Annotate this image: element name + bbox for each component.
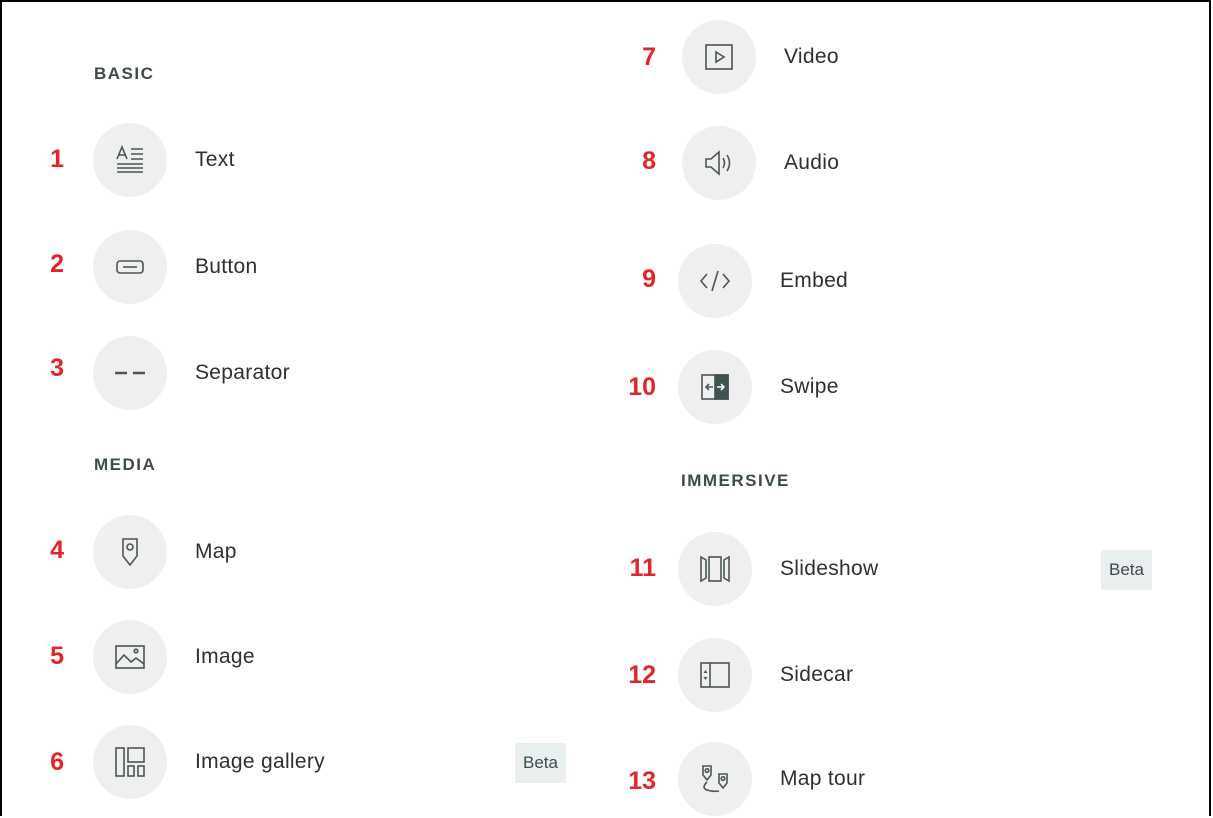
video-icon xyxy=(705,44,733,70)
block-item-embed[interactable]: Embed xyxy=(678,244,848,318)
annotation-number: 9 xyxy=(642,265,656,293)
button-icon xyxy=(116,260,144,274)
beta-badge: Beta xyxy=(1101,550,1152,590)
text-icon-circle xyxy=(93,123,167,197)
annotation-number: 13 xyxy=(628,767,656,795)
block-item-video[interactable]: Video xyxy=(682,20,839,94)
swipe-icon xyxy=(701,374,729,400)
block-label: Embed xyxy=(780,269,849,292)
block-label: Separator xyxy=(195,361,290,384)
map-icon-circle xyxy=(93,515,167,589)
block-label: Map xyxy=(195,540,237,563)
beta-badge: Beta xyxy=(515,743,566,783)
block-label: Image xyxy=(195,645,255,668)
image-icon xyxy=(115,645,145,669)
annotation-number: 12 xyxy=(628,661,656,689)
annotation-number: 8 xyxy=(642,147,656,175)
separator-icon xyxy=(115,371,145,375)
block-item-separator[interactable]: Separator xyxy=(93,336,290,410)
block-label: Text xyxy=(195,148,235,171)
gallery-icon xyxy=(115,747,145,777)
slideshow-icon xyxy=(700,555,730,583)
block-label: Audio xyxy=(784,151,840,174)
annotation-number: 10 xyxy=(628,373,656,401)
image-icon-circle xyxy=(93,620,167,694)
block-label: Button xyxy=(195,255,258,278)
annotation-number: 4 xyxy=(50,536,64,564)
annotation-number: 5 xyxy=(50,642,64,670)
map-tour-icon xyxy=(702,765,728,793)
block-item-audio[interactable]: Audio xyxy=(682,126,839,200)
block-label: Map tour xyxy=(780,767,866,790)
swipe-icon-circle xyxy=(678,350,752,424)
sidecar-icon xyxy=(700,662,730,688)
block-item-image[interactable]: Image xyxy=(93,620,255,694)
slideshow-icon-circle xyxy=(678,532,752,606)
block-item-map-tour[interactable]: Map tour xyxy=(678,742,865,816)
block-item-swipe[interactable]: Swipe xyxy=(678,350,839,424)
separator-icon-circle xyxy=(93,336,167,410)
embed-icon-circle xyxy=(678,244,752,318)
sidecar-icon-circle xyxy=(678,638,752,712)
block-item-slideshow[interactable]: Slideshow xyxy=(678,532,878,606)
annotation-number: 6 xyxy=(50,748,64,776)
annotation-number: 3 xyxy=(50,354,64,382)
block-item-button[interactable]: Button xyxy=(93,230,258,304)
audio-icon-circle xyxy=(682,126,756,200)
block-label: Video xyxy=(784,45,839,68)
section-title-basic: BASIC xyxy=(94,64,155,83)
section-title-immersive: IMMERSIVE xyxy=(681,471,790,490)
block-item-text[interactable]: Text xyxy=(93,123,235,197)
section-title-media: MEDIA xyxy=(94,455,157,474)
annotation-number: 2 xyxy=(50,250,64,278)
annotation-number: 7 xyxy=(642,43,656,71)
block-item-image-gallery[interactable]: Image gallery xyxy=(93,725,325,799)
gallery-icon-circle xyxy=(93,725,167,799)
block-item-sidecar[interactable]: Sidecar xyxy=(678,638,853,712)
block-label: Slideshow xyxy=(780,557,879,580)
block-label: Sidecar xyxy=(780,663,854,686)
map-pin-icon xyxy=(122,538,138,567)
annotation-number: 11 xyxy=(629,554,656,582)
video-icon-circle xyxy=(682,20,756,94)
annotation-number: 1 xyxy=(50,145,64,173)
block-item-map[interactable]: Map xyxy=(93,515,237,589)
block-label: Swipe xyxy=(780,375,839,398)
block-label: Image gallery xyxy=(195,750,325,773)
button-icon-circle xyxy=(93,230,167,304)
text-icon xyxy=(116,144,143,173)
map-tour-icon-circle xyxy=(678,742,752,816)
embed-code-icon xyxy=(699,270,731,292)
audio-icon xyxy=(705,150,731,176)
